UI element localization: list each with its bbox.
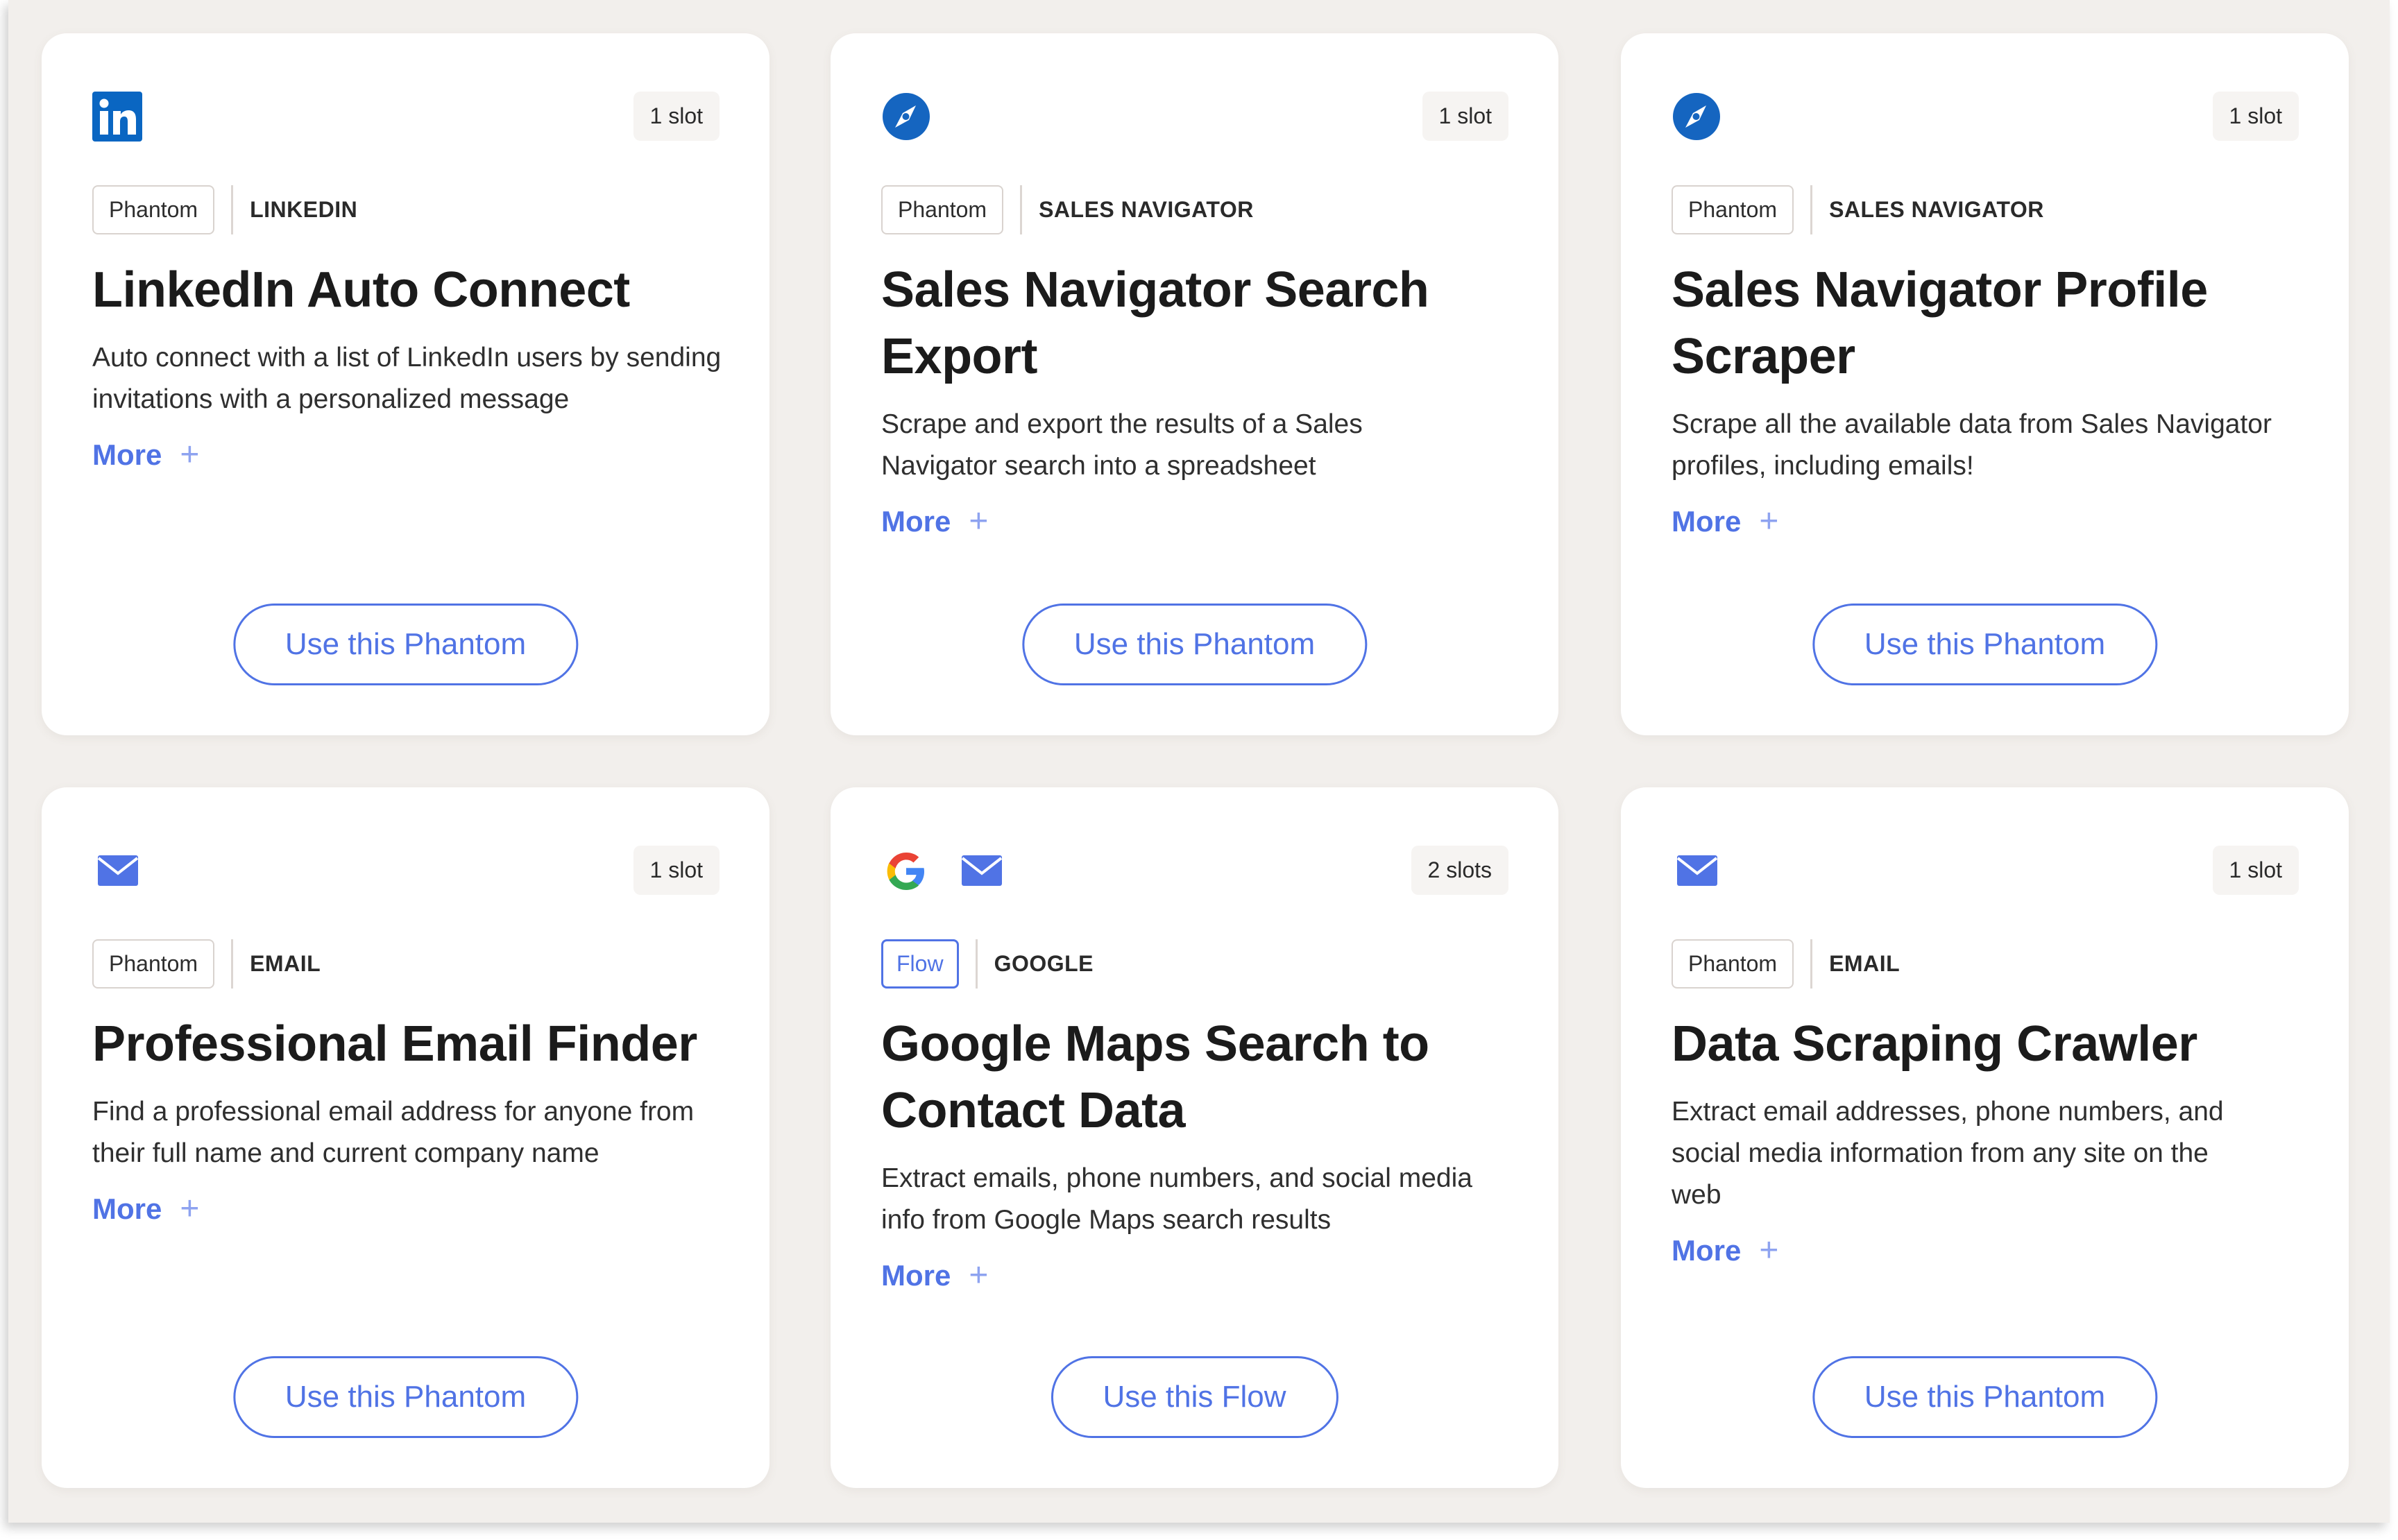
card-description: Extract emails, phone numbers, and socia…: [881, 1163, 1472, 1235]
compass-icon: [1673, 93, 1720, 140]
tag-row: Phantom SALES NAVIGATOR: [881, 185, 1254, 234]
category-label: GOOGLE: [994, 951, 1094, 976]
card-description: Auto connect with a list of LinkedIn use…: [92, 343, 722, 414]
tag-divider: [975, 939, 978, 989]
compass-icon: [883, 93, 930, 140]
envelope-icon: [961, 855, 1003, 886]
more-link[interactable]: More +: [92, 438, 199, 472]
use-phantom-button[interactable]: Use this Phantom: [1812, 604, 2158, 685]
slot-count-badge: 1 slot: [2212, 846, 2299, 895]
card-icons: [92, 92, 142, 142]
phantom-card[interactable]: 1 slot Phantom SALES NAVIGATOR Sales Nav…: [831, 33, 1558, 735]
phantom-card[interactable]: 1 slot Phantom EMAIL Professional Email …: [42, 787, 769, 1488]
type-badge: Phantom: [1672, 185, 1794, 234]
card-description: Scrape all the available data from Sales…: [1672, 409, 2272, 481]
card-description: Extract email addresses, phone numbers, …: [1672, 1097, 2224, 1210]
plus-icon: +: [180, 436, 200, 473]
phantom-card[interactable]: 1 slot Phantom EMAIL Data Scraping Crawl…: [1621, 787, 2349, 1488]
more-link[interactable]: More +: [1672, 1234, 1778, 1267]
tag-divider: [231, 185, 234, 234]
envelope-icon: [1676, 855, 1718, 886]
linkedin-icon: [92, 92, 142, 142]
type-badge: Phantom: [881, 185, 1004, 234]
card-content: Google Maps Search to Contact Data Extra…: [881, 1011, 1517, 1292]
card-content: Data Scraping Crawler Extract email addr…: [1672, 1011, 2307, 1267]
more-label: More: [881, 505, 951, 538]
flow-card[interactable]: 2 slots Flow GOOGLE Google Maps Search t…: [831, 787, 1558, 1488]
use-phantom-button[interactable]: Use this Phantom: [1021, 604, 1368, 685]
envelope-icon: [97, 855, 139, 886]
google-icon: [887, 853, 924, 890]
phantom-card[interactable]: 1 slot Phantom SALES NAVIGATOR Sales Nav…: [1621, 33, 2349, 735]
card-title: LinkedIn Auto Connect: [92, 262, 630, 318]
use-phantom-button[interactable]: Use this Phantom: [1812, 1356, 2158, 1438]
plus-icon: +: [969, 1257, 989, 1294]
card-description: Scrape and export the results of a Sales…: [881, 409, 1363, 481]
card-title: Google Maps Search to Contact Data: [881, 1016, 1429, 1138]
tag-row: Phantom EMAIL: [92, 939, 321, 989]
card-header: 1 slot: [1672, 92, 2299, 142]
more-label: More: [92, 1192, 162, 1225]
tag-divider: [231, 939, 234, 989]
plus-icon: +: [969, 503, 989, 540]
card-icons: [881, 846, 1006, 896]
use-flow-button[interactable]: Use this Flow: [1051, 1356, 1338, 1438]
tag-divider: [1810, 185, 1813, 234]
phantom-catalog-panel: 1 slot Phantom LINKEDIN LinkedIn Auto Co…: [8, 0, 2390, 1523]
plus-icon: +: [1759, 1232, 1779, 1269]
use-phantom-button[interactable]: Use this Phantom: [232, 604, 579, 685]
plus-icon: +: [1759, 503, 1779, 540]
more-label: More: [1672, 505, 1742, 538]
tag-row: Phantom EMAIL: [1672, 939, 1900, 989]
card-icons: [1672, 846, 1721, 896]
category-label: EMAIL: [1829, 951, 1900, 976]
card-icons: [92, 846, 142, 896]
type-badge: Phantom: [1672, 939, 1794, 989]
card-title: Sales Navigator Profile Scraper: [1672, 262, 2208, 384]
slot-count-badge: 1 slot: [633, 92, 720, 141]
more-link[interactable]: More +: [881, 505, 988, 538]
card-content: Sales Navigator Search Export Scrape and…: [881, 257, 1517, 538]
tag-divider: [1810, 939, 1813, 989]
card-header: 2 slots: [881, 846, 1508, 896]
card-header: 1 slot: [1672, 846, 2299, 896]
type-badge: Phantom: [92, 939, 215, 989]
slot-count-badge: 1 slot: [633, 846, 720, 895]
more-label: More: [92, 438, 162, 471]
category-label: LINKEDIN: [250, 197, 358, 222]
more-link[interactable]: More +: [92, 1192, 199, 1226]
tag-row: Flow GOOGLE: [881, 939, 1094, 989]
type-badge: Phantom: [92, 185, 215, 234]
card-content: Professional Email Finder Find a profess…: [92, 1011, 728, 1226]
tag-row: Phantom SALES NAVIGATOR: [1672, 185, 2044, 234]
slot-count-badge: 2 slots: [1411, 846, 1508, 895]
card-icons: [1672, 92, 1721, 142]
category-label: SALES NAVIGATOR: [1039, 197, 1254, 222]
card-title: Professional Email Finder: [92, 1016, 697, 1072]
use-phantom-button[interactable]: Use this Phantom: [232, 1356, 579, 1438]
card-content: LinkedIn Auto Connect Auto connect with …: [92, 257, 728, 472]
category-label: EMAIL: [250, 951, 321, 976]
plus-icon: +: [180, 1190, 200, 1227]
card-content: Sales Navigator Profile Scraper Scrape a…: [1672, 257, 2307, 538]
type-badge: Flow: [881, 939, 959, 989]
card-description: Find a professional email address for an…: [92, 1097, 695, 1168]
more-label: More: [1672, 1234, 1742, 1267]
card-header: 1 slot: [881, 92, 1508, 142]
slot-count-badge: 1 slot: [1422, 92, 1508, 141]
more-link[interactable]: More +: [1672, 505, 1778, 538]
slot-count-badge: 1 slot: [2212, 92, 2299, 141]
more-link[interactable]: More +: [881, 1259, 988, 1292]
tag-divider: [1020, 185, 1023, 234]
card-title: Sales Navigator Search Export: [881, 262, 1429, 384]
card-header: 1 slot: [92, 846, 720, 896]
category-label: SALES NAVIGATOR: [1829, 197, 2044, 222]
tag-row: Phantom LINKEDIN: [92, 185, 357, 234]
card-icons: [881, 92, 931, 142]
card-title: Data Scraping Crawler: [1672, 1016, 2197, 1072]
card-header: 1 slot: [92, 92, 720, 142]
more-label: More: [881, 1259, 951, 1292]
phantom-card[interactable]: 1 slot Phantom LINKEDIN LinkedIn Auto Co…: [42, 33, 769, 735]
